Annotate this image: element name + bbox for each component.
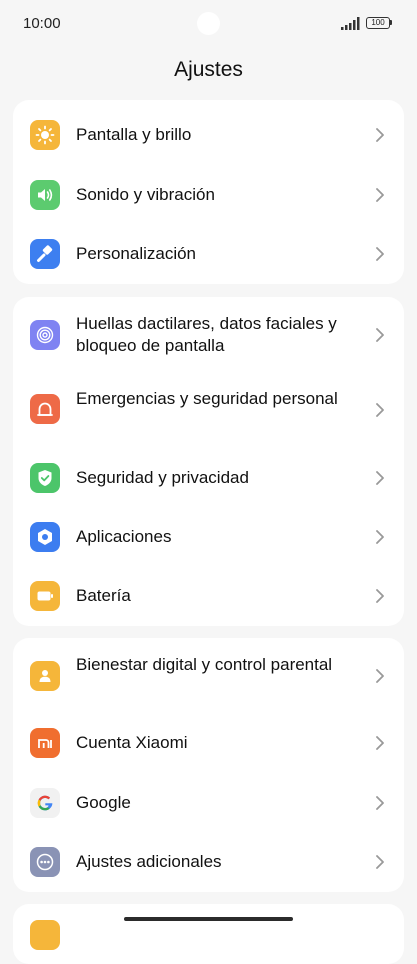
settings-item-label: Batería <box>76 586 131 605</box>
fingerprint-icon <box>30 320 60 350</box>
apps-hexagon-icon <box>30 522 60 552</box>
home-indicator[interactable] <box>124 917 293 921</box>
page-title: Ajustes <box>174 58 243 81</box>
settings-item-label: Ajustes adicionales <box>76 852 222 871</box>
settings-item-biometrics[interactable]: Huellas dactilares, datos faciales y blo… <box>13 297 404 373</box>
settings-item-emergency[interactable]: Emergencias y seguridad personal <box>13 373 404 448</box>
settings-item-label: Seguridad y privacidad <box>76 468 249 487</box>
settings-group-display: Pantalla y brillo Sonido y vibración Per… <box>13 100 404 284</box>
chevron-right-icon <box>376 128 384 142</box>
settings-item-label: Sonido y vibración <box>76 185 215 204</box>
settings-group-next <box>13 904 404 964</box>
google-g-icon <box>30 788 60 818</box>
shield-check-icon <box>30 463 60 493</box>
settings-item-label: Huellas dactilares, datos faciales y blo… <box>76 314 337 355</box>
settings-item-wellbeing[interactable]: Bienestar digital y control parental <box>13 638 404 714</box>
chevron-right-icon <box>376 796 384 810</box>
settings-item-privacy[interactable]: Seguridad y privacidad <box>13 448 404 507</box>
chevron-right-icon <box>376 530 384 544</box>
settings-item-sound[interactable]: Sonido y vibración <box>13 160 404 220</box>
signal-icon <box>341 17 360 30</box>
settings-item-label: Pantalla y brillo <box>76 125 192 144</box>
chevron-right-icon <box>376 855 384 869</box>
settings-item-label: Personalización <box>76 244 197 263</box>
settings-item-label: Google <box>76 793 131 812</box>
settings-item-label: Bienestar digital y control parental <box>76 655 333 674</box>
chevron-right-icon <box>376 403 384 417</box>
speaker-icon <box>30 180 60 210</box>
settings-group-security: Huellas dactilares, datos faciales y blo… <box>13 297 404 626</box>
settings-item-label: Cuenta Xiaomi <box>76 733 188 752</box>
camera-cutout <box>197 12 220 35</box>
chevron-right-icon <box>376 247 384 261</box>
settings-item-display[interactable]: Pantalla y brillo <box>13 100 404 160</box>
battery-icon: 100 <box>366 17 392 29</box>
brightness-icon <box>30 120 60 150</box>
settings-item-xiaomi-account[interactable]: Cuenta Xiaomi <box>13 714 404 773</box>
settings-group-account: Bienestar digital y control parental Cue… <box>13 638 404 892</box>
status-time: 10:00 <box>23 15 61 32</box>
settings-item-google[interactable]: Google <box>13 773 404 833</box>
chevron-right-icon <box>376 589 384 603</box>
chevron-right-icon <box>376 736 384 750</box>
settings-item-personalization[interactable]: Personalización <box>13 220 404 280</box>
settings-item-label: Emergencias y seguridad personal <box>76 389 338 408</box>
status-bar: 10:00 100 <box>0 0 417 48</box>
chevron-right-icon <box>376 669 384 683</box>
settings-item-label: Aplicaciones <box>76 527 172 546</box>
chevron-right-icon <box>376 471 384 485</box>
emergency-alarm-icon <box>30 394 60 424</box>
xiaomi-logo-icon <box>30 728 60 758</box>
wellbeing-icon <box>30 661 60 691</box>
settings-item-battery[interactable]: Batería <box>13 567 404 626</box>
settings-item-additional[interactable]: Ajustes adicionales <box>13 833 404 892</box>
paintbrush-icon <box>30 239 60 269</box>
more-dots-icon <box>30 847 60 877</box>
settings-item-apps[interactable]: Aplicaciones <box>13 507 404 567</box>
battery-level-text: 100 <box>366 17 390 29</box>
battery-icon <box>30 581 60 611</box>
chevron-right-icon <box>376 328 384 342</box>
chevron-right-icon <box>376 188 384 202</box>
partial-item-icon <box>30 920 60 950</box>
